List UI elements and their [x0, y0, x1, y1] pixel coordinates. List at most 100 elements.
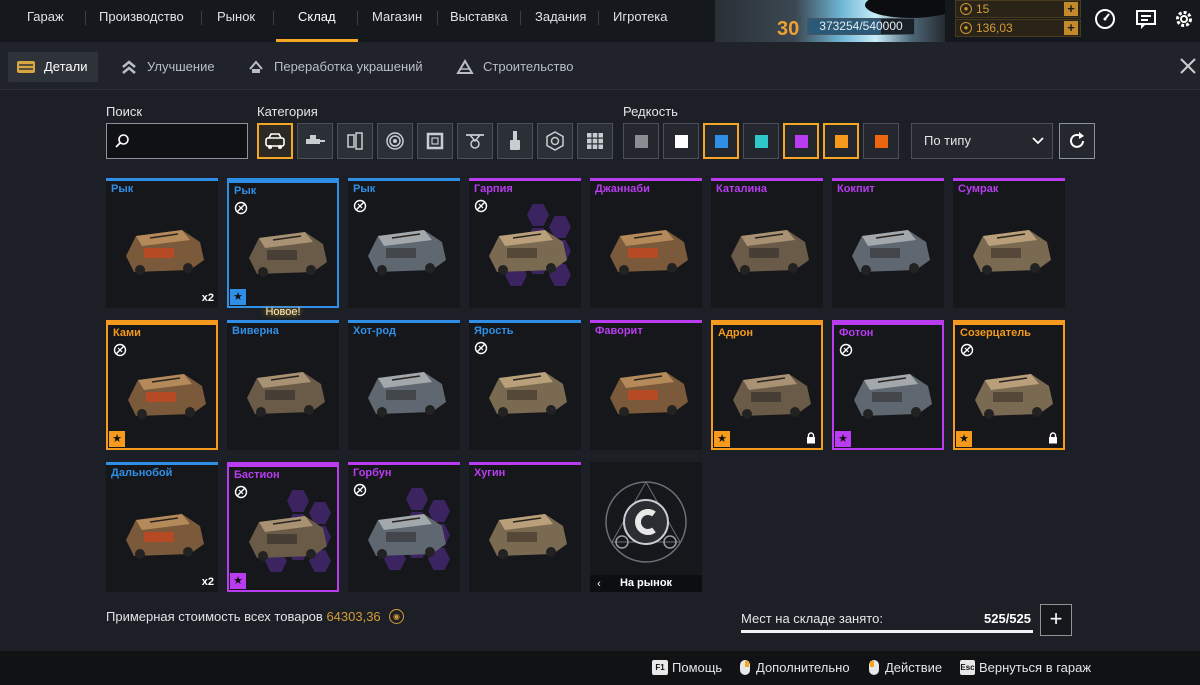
category-frames[interactable]	[417, 123, 453, 159]
nav-separator	[437, 11, 438, 25]
hardware-icon	[347, 132, 363, 150]
sort-dropdown[interactable]: По типу	[911, 123, 1053, 159]
category-paint[interactable]	[497, 123, 533, 159]
rarity-legendary[interactable]	[823, 123, 859, 159]
search-input[interactable]	[106, 123, 248, 159]
item-quantity: x2	[201, 576, 214, 588]
mouse-icon	[740, 660, 750, 675]
close-icon[interactable]	[1178, 56, 1198, 76]
redacted-nickname	[865, 0, 945, 18]
nav-shop[interactable]: Магазин	[372, 0, 422, 42]
more-hint[interactable]: Дополнительно	[756, 660, 850, 675]
item-card[interactable]: Горбун	[348, 462, 460, 592]
player-level: 30	[777, 18, 800, 40]
item-card[interactable]: Адрон ★	[711, 320, 823, 450]
nav-quests[interactable]: Задания	[535, 0, 586, 42]
add-currency-button[interactable]: +	[1064, 2, 1078, 16]
item-name: Фаворит	[595, 325, 643, 337]
category-weapons[interactable]	[297, 123, 333, 159]
chat-icon[interactable]	[1134, 7, 1158, 31]
item-card[interactable]: Фотон ★	[832, 320, 944, 450]
item-card[interactable]: Хугин	[469, 462, 581, 592]
nav-storage[interactable]: Склад	[298, 0, 336, 42]
tab-parts[interactable]: Детали	[8, 52, 98, 82]
item-card[interactable]: Каталина	[711, 178, 823, 308]
no-disassemble-icon	[234, 485, 248, 499]
upgrade-chevrons-icon	[122, 60, 136, 74]
sort-dropdown-value: По типу	[924, 133, 971, 148]
currency-premium-value: 15	[976, 2, 990, 16]
item-card[interactable]: Рык	[348, 178, 460, 308]
item-card[interactable]: Гарпия	[469, 178, 581, 308]
back-to-garage-hint[interactable]: Вернуться в гараж	[979, 660, 1091, 675]
gear-icon[interactable]	[1172, 7, 1196, 31]
category-all[interactable]	[577, 123, 613, 159]
to-market-tile[interactable]: На рынок ‹	[590, 462, 702, 592]
chevron-left-icon[interactable]: ‹	[592, 577, 606, 591]
item-card[interactable]: Фаворит	[590, 320, 702, 450]
item-card[interactable]: Ярость	[469, 320, 581, 450]
category-cabin[interactable]	[257, 123, 293, 159]
help-hint[interactable]: Помощь	[672, 660, 722, 675]
cabin-image	[126, 230, 204, 275]
nav-exhibition[interactable]: Выставка	[450, 0, 508, 42]
tab-recycle-decor[interactable]: Переработка украшений	[247, 52, 432, 82]
rarity-white[interactable]	[663, 123, 699, 159]
no-disassemble-icon	[353, 483, 367, 497]
rarity-swatch	[795, 135, 808, 148]
rarity-bar	[832, 178, 944, 181]
expand-storage-button[interactable]: +	[1040, 604, 1072, 636]
nav-separator	[85, 11, 86, 25]
item-name: Рык	[353, 183, 376, 195]
item-card[interactable]: Кокпит	[832, 178, 944, 308]
star-icon: ★	[835, 431, 851, 447]
rarity-rare[interactable]	[703, 123, 739, 159]
reset-filters-button[interactable]	[1059, 123, 1095, 159]
rarity-bar	[229, 464, 337, 467]
tab-construction[interactable]: Строительство	[456, 52, 581, 82]
parts-icon	[17, 61, 35, 73]
paint-icon	[510, 131, 520, 150]
item-card[interactable]: Сумрак	[953, 178, 1065, 308]
tab-upgrade[interactable]: Улучшение	[120, 52, 220, 82]
speedometer-icon[interactable]	[1093, 7, 1117, 31]
mouse-icon	[869, 660, 879, 675]
item-card[interactable]: Хот-род	[348, 320, 460, 450]
category-modules[interactable]	[537, 123, 573, 159]
item-card[interactable]: Рык ★	[227, 178, 339, 308]
rarity-bar	[348, 462, 460, 465]
rarity-bar	[469, 178, 581, 181]
category-label: Категория	[257, 104, 318, 119]
item-card[interactable]: Рык x2	[106, 178, 218, 308]
nav-production[interactable]: Производство	[99, 0, 184, 42]
drone-icon	[466, 134, 484, 149]
category-drones[interactable]	[457, 123, 493, 159]
nav-game-library[interactable]: Игротека	[613, 0, 668, 42]
star-icon: ★	[230, 573, 246, 589]
rarity-special[interactable]	[743, 123, 779, 159]
player-banner[interactable]: 30 373254/540000	[715, 0, 945, 42]
item-card[interactable]: Созерцатель ★	[953, 320, 1065, 450]
item-card[interactable]: Дальнобой x2	[106, 462, 218, 592]
item-card[interactable]: Виверна	[227, 320, 339, 450]
rarity-epic[interactable]	[783, 123, 819, 159]
currency-premium: ● 15 +	[955, 0, 1081, 18]
add-currency-button[interactable]: +	[1064, 21, 1078, 35]
item-card[interactable]: Джаннаби	[590, 178, 702, 308]
rarity-common[interactable]	[623, 123, 659, 159]
action-hint[interactable]: Действие	[885, 660, 942, 675]
nav-garage[interactable]: Гараж	[27, 0, 64, 42]
rarity-bar	[348, 178, 460, 181]
star-icon: ★	[109, 431, 125, 447]
item-card[interactable]: Бастион ★	[227, 462, 339, 592]
coin-icon: ◉	[389, 609, 404, 624]
new-item-label: Новое!	[265, 306, 301, 318]
category-wheels[interactable]	[377, 123, 413, 159]
nav-market[interactable]: Рынок	[217, 0, 255, 42]
item-card[interactable]: Ками ★	[106, 320, 218, 450]
esc-key-icon: Esc	[960, 660, 975, 675]
rarity-relic[interactable]	[863, 123, 899, 159]
item-name: Созерцатель	[960, 327, 1031, 339]
nav-separator	[273, 11, 274, 25]
category-hardware[interactable]	[337, 123, 373, 159]
